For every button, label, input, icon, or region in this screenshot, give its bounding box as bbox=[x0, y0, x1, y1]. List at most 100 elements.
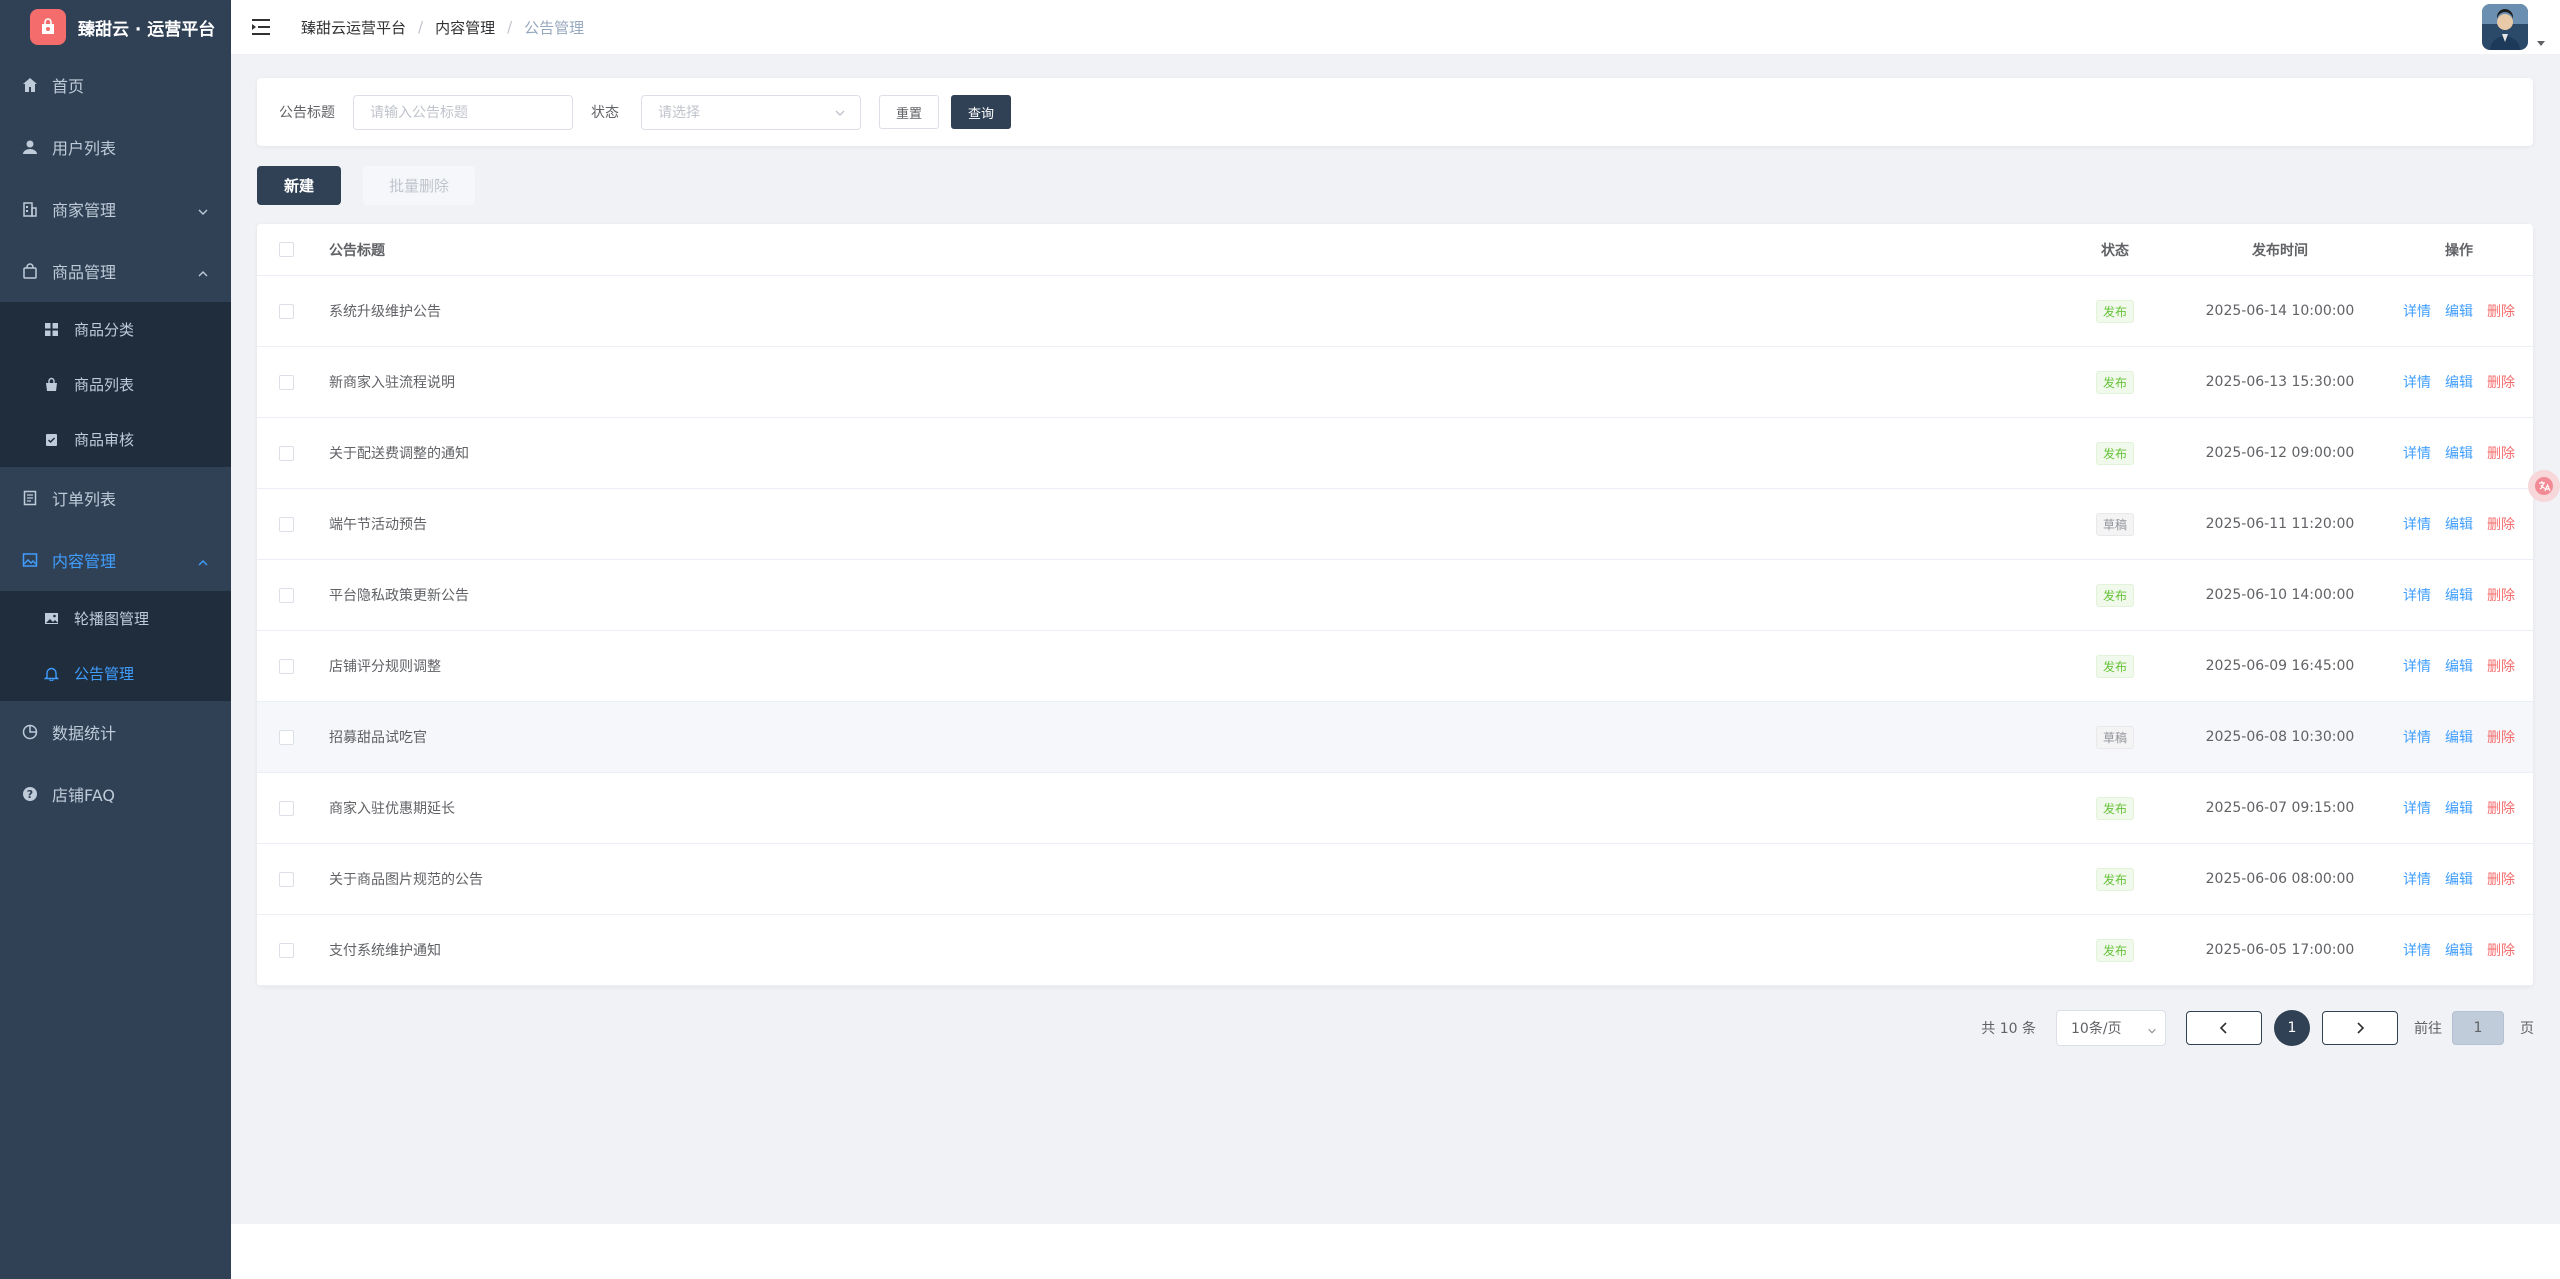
row-status-cell: 发布 bbox=[2065, 654, 2165, 678]
sidebar-item-goods[interactable]: 商品管理 bbox=[0, 240, 231, 302]
sidebar-item-merchants[interactable]: 商家管理 bbox=[0, 178, 231, 240]
edit-link[interactable]: 编辑 bbox=[2445, 443, 2473, 463]
new-button[interactable]: 新建 bbox=[257, 166, 341, 205]
row-checkbox[interactable] bbox=[279, 587, 294, 603]
sidebar-item-home[interactable]: 首页 bbox=[0, 54, 231, 116]
detail-link[interactable]: 详情 bbox=[2403, 372, 2431, 392]
sidebar-item-label: 店铺FAQ bbox=[52, 786, 115, 805]
title-filter-input[interactable]: 请输入公告标题 bbox=[353, 94, 573, 130]
sidebar-item-stats[interactable]: 数据统计 bbox=[0, 701, 231, 763]
sidebar-item-faq[interactable]: ? 店铺FAQ bbox=[0, 763, 231, 825]
content-submenu: 轮播图管理 公告管理 bbox=[0, 591, 231, 701]
edit-link[interactable]: 编辑 bbox=[2445, 940, 2473, 960]
detail-link[interactable]: 详情 bbox=[2403, 301, 2431, 321]
detail-link[interactable]: 详情 bbox=[2403, 798, 2431, 818]
delete-link[interactable]: 删除 bbox=[2487, 727, 2515, 747]
row-checkbox[interactable] bbox=[279, 445, 294, 461]
sidebar-item-banner[interactable]: 轮播图管理 bbox=[0, 591, 231, 646]
detail-link[interactable]: 详情 bbox=[2403, 585, 2431, 605]
row-checkbox[interactable] bbox=[279, 800, 294, 816]
edit-link[interactable]: 编辑 bbox=[2445, 585, 2473, 605]
row-checkbox[interactable] bbox=[279, 303, 294, 319]
grid-icon bbox=[42, 321, 60, 339]
table-row: 系统升级维护公告 发布 2025-06-14 10:00:00 详情 编辑 删除 bbox=[257, 276, 2533, 347]
edit-link[interactable]: 编辑 bbox=[2445, 514, 2473, 534]
caret-down-icon[interactable] bbox=[2536, 33, 2546, 52]
delete-link[interactable]: 删除 bbox=[2487, 869, 2515, 889]
row-checkbox[interactable] bbox=[279, 729, 294, 745]
delete-link[interactable]: 删除 bbox=[2487, 798, 2515, 818]
delete-link[interactable]: 删除 bbox=[2487, 443, 2515, 463]
detail-link[interactable]: 详情 bbox=[2403, 514, 2431, 534]
edit-link[interactable]: 编辑 bbox=[2445, 301, 2473, 321]
sidebar-item-goods-category[interactable]: 商品分类 bbox=[0, 302, 231, 357]
avatar[interactable] bbox=[2482, 4, 2528, 50]
breadcrumb-separator: / bbox=[418, 18, 424, 36]
sidebar-item-content[interactable]: 内容管理 bbox=[0, 529, 231, 591]
sidebar-item-notice[interactable]: 公告管理 bbox=[0, 646, 231, 701]
delete-link[interactable]: 删除 bbox=[2487, 940, 2515, 960]
sidebar-item-goods-review[interactable]: 商品审核 bbox=[0, 412, 231, 467]
detail-link[interactable]: 详情 bbox=[2403, 940, 2431, 960]
edit-link[interactable]: 编辑 bbox=[2445, 727, 2473, 747]
status-select[interactable]: 请选择 bbox=[641, 94, 861, 130]
delete-link[interactable]: 删除 bbox=[2487, 301, 2515, 321]
sidebar-item-goods-list[interactable]: 商品列表 bbox=[0, 357, 231, 412]
building-icon bbox=[20, 199, 40, 219]
edit-link[interactable]: 编辑 bbox=[2445, 372, 2473, 392]
sidebar-item-label: 商品列表 bbox=[74, 376, 135, 394]
breadcrumb-item[interactable]: 内容管理 bbox=[435, 17, 495, 38]
row-checkbox[interactable] bbox=[279, 374, 294, 390]
sidebar-item-users[interactable]: 用户列表 bbox=[0, 116, 231, 178]
hamburger-icon[interactable] bbox=[249, 15, 273, 39]
detail-link[interactable]: 详情 bbox=[2403, 869, 2431, 889]
row-publish-time: 2025-06-09 16:45:00 bbox=[2205, 658, 2355, 674]
chevron-down-icon bbox=[834, 107, 846, 123]
detail-link[interactable]: 详情 bbox=[2403, 443, 2431, 463]
sidebar-item-label: 轮播图管理 bbox=[74, 610, 150, 628]
sidebar-item-label: 首页 bbox=[52, 77, 85, 96]
delete-link[interactable]: 删除 bbox=[2487, 514, 2515, 534]
row-checkbox[interactable] bbox=[279, 871, 294, 887]
goto-page-input[interactable]: 1 bbox=[2452, 1011, 2504, 1045]
next-page-button[interactable] bbox=[2322, 1011, 2398, 1045]
sidebar-item-label: 商品分类 bbox=[74, 321, 135, 339]
reset-button[interactable]: 重置 bbox=[879, 95, 940, 129]
user-icon bbox=[20, 137, 40, 157]
status-badge: 发布 bbox=[2095, 654, 2134, 678]
page-size-select[interactable]: 10条/页 bbox=[2056, 1010, 2166, 1046]
row-checkbox[interactable] bbox=[279, 516, 294, 532]
shopping-bag-icon bbox=[42, 376, 60, 394]
detail-link[interactable]: 详情 bbox=[2403, 727, 2431, 747]
bell-icon bbox=[42, 665, 60, 683]
header-title: 公告标题 bbox=[329, 242, 385, 259]
row-status-cell: 草稿 bbox=[2065, 725, 2165, 749]
question-icon: ? bbox=[20, 784, 40, 804]
delete-link[interactable]: 删除 bbox=[2487, 585, 2515, 605]
table-row: 端午节活动预告 草稿 2025-06-11 11:20:00 详情 编辑 删除 bbox=[257, 489, 2533, 560]
page-number-active[interactable]: 1 bbox=[2274, 1010, 2310, 1046]
row-checkbox[interactable] bbox=[279, 658, 294, 674]
header-ops: 操作 bbox=[2445, 242, 2473, 259]
pagination: 共 10 条 10条/页 1 前往 1 页 bbox=[1981, 1010, 2534, 1046]
translate-float-icon[interactable] bbox=[2528, 470, 2560, 502]
svg-text:?: ? bbox=[27, 788, 33, 801]
sidebar-item-orders[interactable]: 订单列表 bbox=[0, 467, 231, 529]
pie-chart-icon bbox=[20, 722, 40, 742]
batch-delete-button[interactable]: 批量删除 bbox=[363, 166, 475, 205]
select-all-checkbox[interactable] bbox=[279, 242, 294, 257]
chevron-down-icon bbox=[2147, 1024, 2157, 1040]
prev-page-button[interactable] bbox=[2186, 1011, 2262, 1045]
edit-link[interactable]: 编辑 bbox=[2445, 656, 2473, 676]
row-checkbox[interactable] bbox=[279, 942, 294, 958]
row-title: 店铺评分规则调整 bbox=[329, 659, 441, 675]
delete-link[interactable]: 删除 bbox=[2487, 372, 2515, 392]
detail-link[interactable]: 详情 bbox=[2403, 656, 2431, 676]
delete-link[interactable]: 删除 bbox=[2487, 656, 2515, 676]
breadcrumb-item[interactable]: 臻甜云运营平台 bbox=[301, 17, 406, 38]
title-filter-label: 公告标题 bbox=[279, 105, 335, 121]
edit-link[interactable]: 编辑 bbox=[2445, 798, 2473, 818]
row-title: 关于配送费调整的通知 bbox=[329, 446, 469, 462]
query-button[interactable]: 查询 bbox=[951, 95, 1012, 129]
edit-link[interactable]: 编辑 bbox=[2445, 869, 2473, 889]
